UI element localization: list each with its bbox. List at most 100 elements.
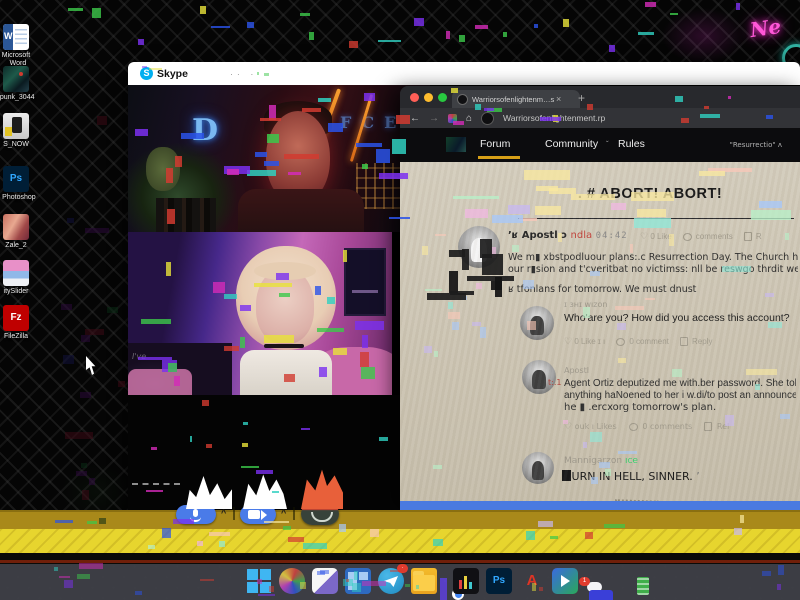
file-explorer-icon[interactable] xyxy=(411,568,437,594)
image-thumbnail-icon xyxy=(3,214,29,240)
site-logo[interactable] xyxy=(446,137,466,152)
forward-icon[interactable]: → xyxy=(429,113,439,124)
post-body-line: ʁ tfonlans for tomorrow. We must dnust xyxy=(508,284,697,295)
image-thumbnail-icon xyxy=(3,260,29,286)
glitch-block xyxy=(562,470,571,481)
post-time: 04:42 xyxy=(595,231,628,241)
post-author[interactable]: Mannigarzon ıce xyxy=(564,456,638,466)
glitch-band-mustard xyxy=(0,510,800,531)
video-app-icon[interactable] xyxy=(552,568,578,594)
paper-plane-icon xyxy=(384,576,398,587)
desktop-icon-cyberpunk[interactable]: rpunk_3044 xyxy=(0,66,40,102)
neon-d-sign: D xyxy=(192,113,219,148)
glitch-band-yellow xyxy=(0,529,800,553)
desktop-icon-label: S_NOW xyxy=(3,141,29,148)
skype-titlebar[interactable]: S Skype ·· · xyxy=(128,62,800,85)
taskbar-app-skype[interactable]: 1 xyxy=(579,577,613,600)
desktop-icon-filezilla[interactable]: Fz FileZilla xyxy=(0,305,40,341)
word-icon: W xyxy=(3,24,29,50)
avatar[interactable] xyxy=(520,306,554,340)
active-tab-underline xyxy=(478,156,520,159)
minimize-window-button[interactable] xyxy=(424,93,433,102)
comment-icon xyxy=(616,337,626,346)
comment-icon xyxy=(682,232,692,241)
post-body-line: Agent Ortiz deputized me with.ber passwo… xyxy=(564,378,796,389)
glitch-chip: ıce xyxy=(624,456,638,466)
filezilla-icon: Fz xyxy=(3,305,29,331)
chevron-up-icon[interactable]: ^ xyxy=(281,508,286,518)
heart-icon: ♡ xyxy=(564,422,573,432)
photoshop-icon: Ps xyxy=(3,166,29,192)
nav-tab-forum[interactable]: Forum xyxy=(480,138,510,150)
neon-sign-decoration: Ne xyxy=(748,13,783,43)
tab-close-icon[interactable]: × xyxy=(556,94,561,104)
post-author[interactable]: ɪ ɜʜɪ wızon xyxy=(564,300,607,309)
microphone-icon xyxy=(193,509,198,517)
desktop-icon-photoshop[interactable]: Ps e Photoshop xyxy=(0,166,40,202)
skype-logo-icon: S xyxy=(140,67,153,80)
home-icon[interactable]: ⌂ xyxy=(466,113,472,124)
close-window-button[interactable] xyxy=(410,93,419,102)
avatar[interactable] xyxy=(458,226,500,268)
skype-window-title: Skype xyxy=(157,67,188,80)
image-thumbnail-icon xyxy=(3,113,29,139)
post-author[interactable]: Apostl xyxy=(564,366,589,375)
post-time: t:.1 xyxy=(548,378,562,387)
post-actions[interactable]: ♡ 0 Like ɪ ı 0 comment Reply xyxy=(564,336,712,347)
desktop-icon-slider[interactable]: itySlider xyxy=(0,260,40,296)
back-icon[interactable]: ← xyxy=(410,113,420,124)
new-tab-button[interactable]: + xyxy=(578,91,585,105)
url-text[interactable]: Warriorsofenlightenment.rp xyxy=(503,113,605,123)
post-body-line: We m▮ xbstpodluour plans:.c Resurrection… xyxy=(508,252,798,263)
taskbar-app-chrome[interactable] xyxy=(440,578,464,600)
post-actions[interactable]: ♡ ouk ı Likes 0 comments Rel xyxy=(564,422,729,432)
task-view-icon[interactable] xyxy=(345,568,371,594)
desktop-icon-zale[interactable]: Zale_2 xyxy=(0,214,40,250)
heart-icon: ♡ xyxy=(640,231,649,241)
photoshop-taskbar-icon[interactable]: Ps xyxy=(486,568,512,594)
telegram-icon[interactable]: · xyxy=(378,564,408,594)
post-body-line: anything haNoened to her i w.di/to post … xyxy=(564,390,796,401)
widgets-icon[interactable] xyxy=(312,568,338,594)
divider xyxy=(293,507,295,520)
divider xyxy=(518,218,794,219)
nav-right-link[interactable]: "Resurrectio" ʌ xyxy=(730,141,782,149)
tab-title: Warriorsofenlightenm…st.. xyxy=(472,94,554,104)
divider xyxy=(233,507,235,520)
desktop-icon-pics-now[interactable]: S_NOW xyxy=(0,113,40,149)
zoom-window-button[interactable] xyxy=(438,93,447,102)
tab-favicon xyxy=(457,93,468,105)
desktop-icon-label: FileZilla xyxy=(3,333,29,340)
forum-content: . # ABORT! ABORT! ʼʁ Apostl ɔ ndla 04:42… xyxy=(400,162,800,505)
desktop-icon-word[interactable]: W Microsoft _Word xyxy=(0,24,40,68)
skype-menu-dots[interactable]: ·· · xyxy=(230,69,258,79)
reload-icon[interactable] xyxy=(448,113,457,123)
post-author[interactable]: ʼʁ Apostl ɔ ndla 04:42 xyxy=(508,230,628,241)
nav-tab-community[interactable]: Community xyxy=(545,138,598,150)
post-body-line: he ▮ .ercxorg tomorrow's plan. xyxy=(564,402,717,413)
avatar[interactable] xyxy=(522,360,556,394)
avatar[interactable] xyxy=(522,452,554,484)
acrobat-icon[interactable]: A xyxy=(519,568,545,594)
search-icon[interactable] xyxy=(279,568,305,594)
desktop-icon-label: Zale_2 xyxy=(5,242,27,249)
nav-tab-rules[interactable]: Rules xyxy=(618,138,645,150)
browser-window: Warriorsofenlightenm…st.. × + ← → ⌂ Warr… xyxy=(400,86,800,505)
chevron-up-icon[interactable]: ^ xyxy=(221,508,226,518)
hangup-phone-icon xyxy=(311,512,333,522)
desktop-icon-label: itySlider xyxy=(3,288,29,295)
taskbar-icons: · Ps A 1 xyxy=(246,564,613,600)
start-button[interactable] xyxy=(246,568,272,594)
chevron-down-icon: ˇ xyxy=(606,140,609,149)
glitch-block xyxy=(440,578,447,600)
video-tile-remote[interactable]: D FCE xyxy=(128,85,430,232)
post-actions[interactable]: ♡ 0 Like comments R xyxy=(640,231,762,242)
site-favicon xyxy=(481,111,495,125)
graffiti-text: I've xyxy=(132,352,147,361)
heart-icon: ♡ xyxy=(564,336,573,346)
video-tile-self[interactable]: I've xyxy=(128,232,392,395)
notification-badge: · xyxy=(397,564,408,573)
browser-tab[interactable]: Warriorsofenlightenm…st.. × xyxy=(452,90,580,108)
camera-icon xyxy=(248,510,260,519)
equalizer-app-icon[interactable] xyxy=(453,568,479,594)
